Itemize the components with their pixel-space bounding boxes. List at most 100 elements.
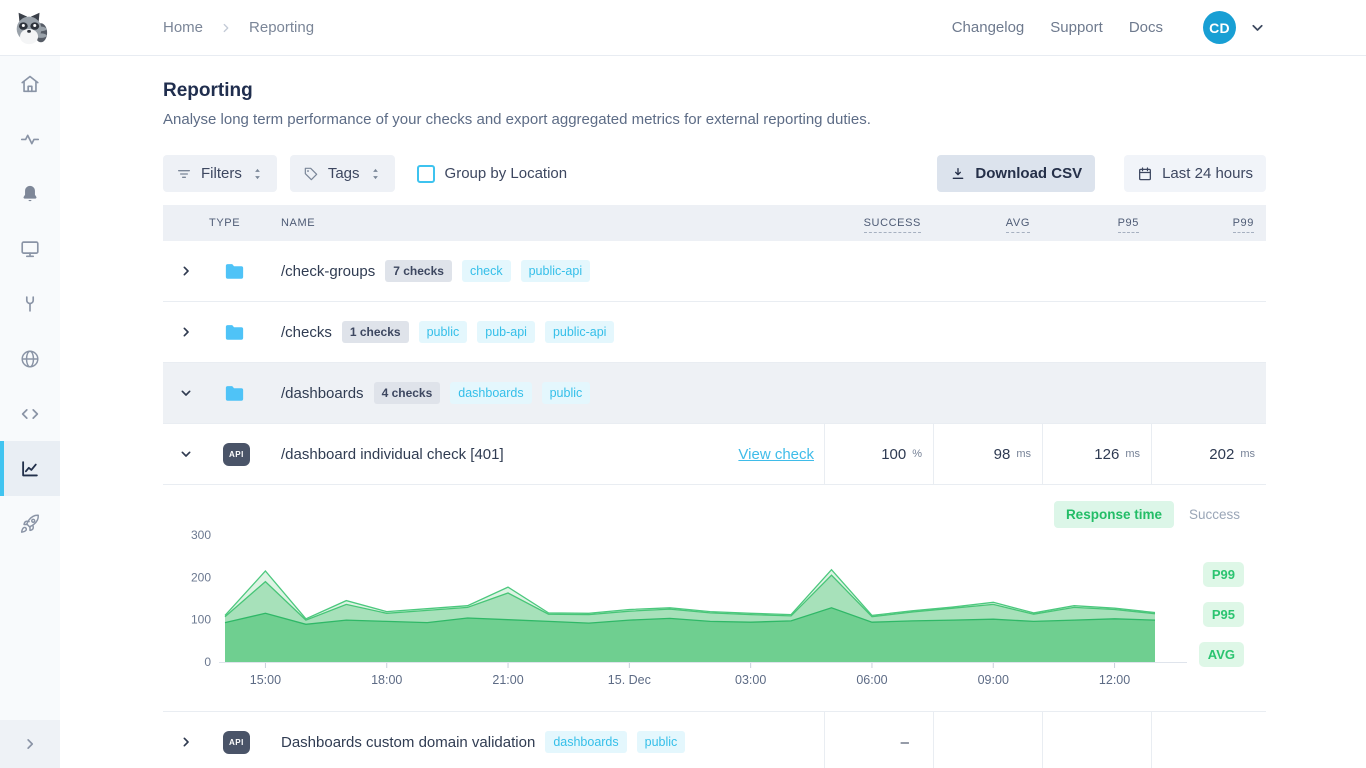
tag-icon xyxy=(303,166,319,182)
group-name: /dashboards xyxy=(281,385,364,402)
check-count-badge: 1 checks xyxy=(342,321,409,343)
sidebar-item-alerts[interactable] xyxy=(0,166,60,221)
expand-chevron-right-icon[interactable] xyxy=(163,734,209,750)
svg-text:09:00: 09:00 xyxy=(978,673,1009,687)
table-row-check-groups[interactable]: /check-groups 7 checks check public-api xyxy=(163,241,1266,302)
bell-icon xyxy=(19,183,41,205)
filters-dropdown[interactable]: Filters xyxy=(163,155,277,192)
sidebar-item-checks[interactable] xyxy=(0,111,60,166)
api-type-badge: API xyxy=(223,443,250,466)
check-count-badge: 4 checks xyxy=(374,382,441,404)
chart-icon xyxy=(19,458,41,480)
p99-metric: 202ms xyxy=(1151,424,1266,484)
sidebar-item-snippets[interactable] xyxy=(0,386,60,441)
main-content: Reporting Analyse long term performance … xyxy=(60,56,1366,768)
success-metric: – xyxy=(824,712,933,768)
check-count-badge: 7 checks xyxy=(385,260,452,282)
sidebar-item-dashboards[interactable] xyxy=(0,221,60,276)
svg-text:15. Dec: 15. Dec xyxy=(608,673,651,687)
tag-check[interactable]: check xyxy=(462,260,511,282)
download-csv-label: Download CSV xyxy=(975,165,1082,182)
avatar[interactable]: CD xyxy=(1203,11,1236,44)
col-p99[interactable]: P99 xyxy=(1151,217,1266,229)
top-bar: Home Reporting Changelog Support Docs CD xyxy=(0,0,1366,56)
docs-link[interactable]: Docs xyxy=(1129,19,1163,36)
folder-icon xyxy=(209,261,281,281)
breadcrumb-home[interactable]: Home xyxy=(163,19,203,36)
col-type: TYPE xyxy=(209,217,281,229)
view-check-link[interactable]: View check xyxy=(738,446,814,463)
sidebar-expand-button[interactable] xyxy=(0,720,60,768)
expand-chevron-down-icon[interactable] xyxy=(163,446,209,462)
col-name: NAME xyxy=(281,217,824,229)
response-time-area-chart: 010020030015:0018:0021:0015. Dec03:0006:… xyxy=(163,529,1203,699)
reporting-table: TYPE NAME SUCCESS AVG P95 P99 /check-gro… xyxy=(163,205,1266,768)
code-icon xyxy=(19,403,41,425)
check-name: Dashboards custom domain validation xyxy=(281,734,535,751)
response-time-chart-block: Response time Success 010020030015:0018:… xyxy=(163,485,1266,712)
expand-chevron-right-icon[interactable] xyxy=(163,263,209,279)
table-row-checks[interactable]: /checks 1 checks public pub-api public-a… xyxy=(163,302,1266,363)
tag-pub-api[interactable]: pub-api xyxy=(477,321,535,343)
sidebar-item-private-locations[interactable] xyxy=(0,331,60,386)
group-name: /checks xyxy=(281,324,332,341)
svg-text:200: 200 xyxy=(191,570,211,584)
time-range-selector[interactable]: Last 24 hours xyxy=(1124,155,1266,192)
chevron-right-icon xyxy=(21,735,39,753)
sidebar-item-quickstart[interactable] xyxy=(0,496,60,551)
tag-public[interactable]: public xyxy=(542,382,591,404)
page-subtitle: Analyse long term performance of your ch… xyxy=(163,111,1266,128)
tag-public-api[interactable]: public-api xyxy=(545,321,615,343)
group-by-location-checkbox[interactable] xyxy=(417,165,435,183)
toolbar: Filters Tags Group by Location Downloa xyxy=(163,155,1266,192)
tag-dashboards[interactable]: dashboards xyxy=(545,731,626,753)
globe-icon xyxy=(19,348,41,370)
breadcrumb-reporting[interactable]: Reporting xyxy=(249,19,314,36)
tag-public-api[interactable]: public-api xyxy=(521,260,591,282)
raccoon-logo-icon xyxy=(11,9,49,47)
sidebar-item-maintenance[interactable] xyxy=(0,276,60,331)
svg-text:03:00: 03:00 xyxy=(735,673,766,687)
filter-lines-icon xyxy=(176,166,192,182)
group-by-location-toggle[interactable]: Group by Location xyxy=(417,165,568,183)
changelog-link[interactable]: Changelog xyxy=(952,19,1025,36)
table-row-custom-domain-validation[interactable]: API Dashboards custom domain validation … xyxy=(163,712,1266,768)
download-csv-button[interactable]: Download CSV xyxy=(937,155,1095,192)
expand-chevron-down-icon[interactable] xyxy=(163,385,209,401)
legend-avg-badge[interactable]: AVG xyxy=(1199,642,1244,667)
folder-icon xyxy=(209,322,281,342)
sidebar-item-home[interactable] xyxy=(0,56,60,111)
tags-label: Tags xyxy=(328,165,360,182)
legend-p95-badge[interactable]: P95 xyxy=(1203,602,1244,627)
col-p95[interactable]: P95 xyxy=(1042,217,1151,229)
download-icon xyxy=(950,166,966,182)
account-menu-chevron-icon[interactable] xyxy=(1249,19,1266,36)
monitor-icon xyxy=(19,238,41,260)
expand-chevron-right-icon[interactable] xyxy=(163,324,209,340)
col-avg[interactable]: AVG xyxy=(933,217,1042,229)
tag-public[interactable]: public xyxy=(419,321,468,343)
home-icon xyxy=(19,73,41,95)
svg-text:12:00: 12:00 xyxy=(1099,673,1130,687)
api-type-badge: API xyxy=(223,731,250,754)
rocket-icon xyxy=(19,513,41,535)
page-title: Reporting xyxy=(163,80,1266,102)
tag-public[interactable]: public xyxy=(637,731,686,753)
check-name: /dashboard individual check [401] xyxy=(281,446,504,463)
sidebar-item-reporting[interactable] xyxy=(0,441,60,496)
sort-carets-icon xyxy=(251,167,264,181)
table-row-dashboard-individual-check[interactable]: API /dashboard individual check [401] Vi… xyxy=(163,424,1266,485)
sidebar xyxy=(0,56,60,768)
col-success[interactable]: SUCCESS xyxy=(824,217,933,229)
toolbar-right: Download CSV Last 24 hours xyxy=(937,155,1266,192)
support-link[interactable]: Support xyxy=(1050,19,1103,36)
tag-dashboards[interactable]: dashboards xyxy=(450,382,531,404)
tags-dropdown[interactable]: Tags xyxy=(290,155,395,192)
success-toggle[interactable]: Success xyxy=(1189,507,1240,522)
app-logo[interactable] xyxy=(0,9,60,47)
response-time-toggle[interactable]: Response time xyxy=(1054,501,1174,528)
svg-text:21:00: 21:00 xyxy=(492,673,523,687)
activity-pulse-icon xyxy=(19,128,41,150)
table-row-dashboards[interactable]: /dashboards 4 checks dashboards public xyxy=(163,363,1266,424)
legend-p99-badge[interactable]: P99 xyxy=(1203,562,1244,587)
